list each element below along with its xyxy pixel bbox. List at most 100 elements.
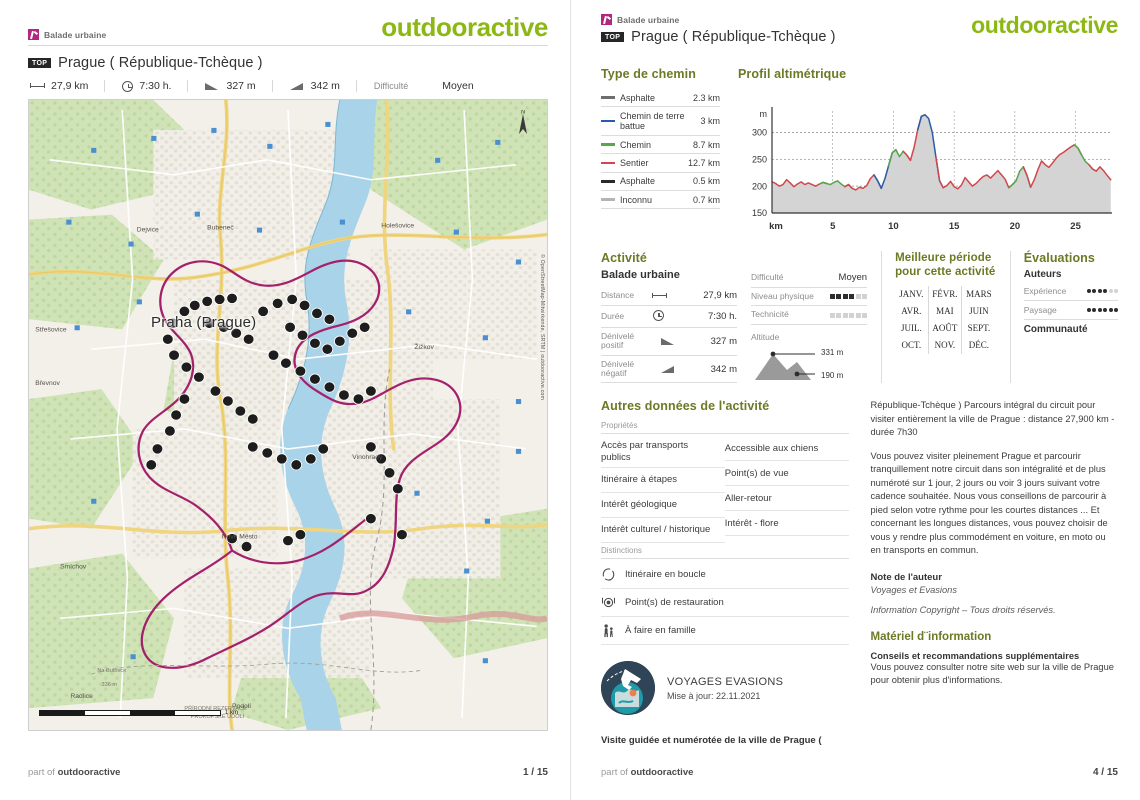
svg-text:Vinohrady: Vinohrady [352,454,383,461]
difficulty-value: Moyen [838,272,868,283]
best-period-heading-line2: pour cette activité [895,266,996,279]
legend-label: Inconnu [620,194,653,205]
map-attribution: © OpenStreetMap-Mitwirkende, SRTM | outd… [539,254,545,400]
page-number-right: 4 / 15 [1092,767,1118,778]
month-cell: JANV. [895,285,929,303]
experience-dots [1086,289,1118,293]
globe-plane-icon [601,661,655,716]
x-tick-label: 20 [1010,221,1021,232]
document-spread: Balade urbaine outdooractive TOP Prague … [0,0,1140,800]
month-cell: DÉC. [968,340,990,351]
altitude-min: 190 m [821,370,844,380]
y-tick-label: 300 [752,128,767,138]
clock-icon [653,310,665,321]
chart-title: Profil altimétrique [738,67,847,81]
rating-dot [836,294,842,300]
author-name: VOYAGES EVASIONS [667,675,784,688]
stat-duration-value: 7:30 h. [139,80,172,92]
author-logo-graphic [601,661,655,716]
property-item: Aller-retour [724,486,849,512]
x-axis-label: km [769,221,783,232]
properties-column-2: Accessible aux chiens Point(s) de vue Al… [724,436,849,543]
best-period-section: Meilleure période pour cette activité JA… [881,251,996,384]
distinction-loop-route: Itinéraire en boucle [601,561,849,590]
rating-dot [829,312,835,318]
month-cell: SEPT. [967,323,991,334]
category-row-right: Balade urbaine [601,14,836,25]
stat-distance-value: 27,9 km [51,80,89,92]
footer-brand: part of outdooractive [28,767,120,778]
footer-right: part of outdooractive 4 / 15 [601,767,1118,778]
row-key: Distance [601,289,635,300]
x-tick-label: 25 [1070,221,1081,232]
footer-part-of: part of [28,767,55,778]
legend-color-swatch [601,180,615,183]
rating-dot [1103,289,1107,293]
rating-dot [849,294,855,300]
rating-dot [1108,289,1113,293]
stat-duration: 7:30 h. [104,80,187,92]
scale-bar-graphic [39,710,221,716]
stat-difficulty: Difficulté Moyen [355,80,490,92]
best-period-heading: Meilleure période pour cette activité [895,251,996,280]
rating-dot [855,294,861,300]
path-type-legend: Type de chemin Asphalte 2.3 km Chemin de… [601,67,720,237]
descent-icon [289,81,305,92]
description-section: République-Tchèque ) Parcours intégral d… [871,399,1119,746]
header-divider [28,45,548,46]
physical-level-row: Niveau physique [751,288,868,307]
activity-row-duration: Durée 7:30 h. [601,306,737,328]
month-cell: AVR. [895,302,929,320]
stat-ascent-value: 327 m [226,80,256,92]
rating-dot [862,312,868,318]
rating-dot [829,294,835,300]
legend-label: Asphalte [620,176,656,187]
row-value: 342 m [710,363,737,375]
altitude-graphic: 331 m 190 m [751,348,867,380]
activity-stats: Activité Balade urbaine Distance 27,9 km… [601,251,737,384]
legend-row: Inconnu 0.7 km [601,191,720,210]
tour-title-row-right: TOP Prague ( République-Tchèque ) [601,29,836,45]
svg-text:Radlice: Radlice [70,693,93,700]
elevation-profile-chart: Profil altimétrique 150 200 250 300 5 10 15 20 2… [738,67,1118,237]
activity-ratings: Difficulté Moyen Niveau physique Technic… [751,251,868,383]
rating-dot [836,312,842,318]
legend-row: Asphalte 0.5 km [601,173,720,192]
author-meta: VOYAGES EVASIONS Mise à jour: 22.11.2021 [667,676,783,701]
author-note-value: Voyages et Evasions [870,584,957,595]
ascent-icon [661,336,685,347]
svg-text:Žižkov: Žižkov [414,342,434,351]
brand-logo-right: outdooractive [971,12,1118,38]
experience-label: Expérience [1023,286,1067,296]
svg-text:Dejvice: Dejvice [137,227,159,234]
property-item: Point(s) de vue [724,461,849,487]
brand-logo: outdooractive [381,12,548,42]
rating-dot [1114,289,1118,293]
distinction-label: Point(s) de restauration [625,597,724,609]
legend-color-swatch [601,143,615,146]
material-line-1: Conseils et recommandations supplémentai… [870,650,1080,661]
rating-dot [842,294,848,300]
physical-level-dots [829,294,868,300]
distance-icon [30,81,45,92]
page-number-left: 1 / 15 [522,767,548,778]
legend-label: Asphalte [620,92,656,103]
legend-color-swatch [601,96,615,99]
altitude-max: 331 m [821,347,844,357]
legend-label: Chemin [620,139,652,150]
material-heading: Matériel d¨information [870,630,992,643]
rating-dot [849,312,855,318]
rating-dot [855,312,861,318]
row-value: 327 m [710,335,737,347]
map-city-label: Praha (Prague) [151,314,257,332]
other-data-heading: Autres données de l'activité [601,399,770,414]
rating-dot [862,294,868,300]
map-canvas[interactable]: Dejvice Bubeneč Střešovice Břevnov Smích… [28,99,548,731]
activity-section: Activité Balade urbaine Distance 27,9 km… [601,251,1118,384]
month-cell: JUIN [969,306,989,317]
legend-row: Sentier 12.7 km [601,154,720,173]
legend-color-swatch [601,119,615,123]
y-tick-label: 200 [752,181,767,191]
legend-label: Chemin de terre battue [620,110,685,132]
top-badge: TOP [28,58,52,68]
